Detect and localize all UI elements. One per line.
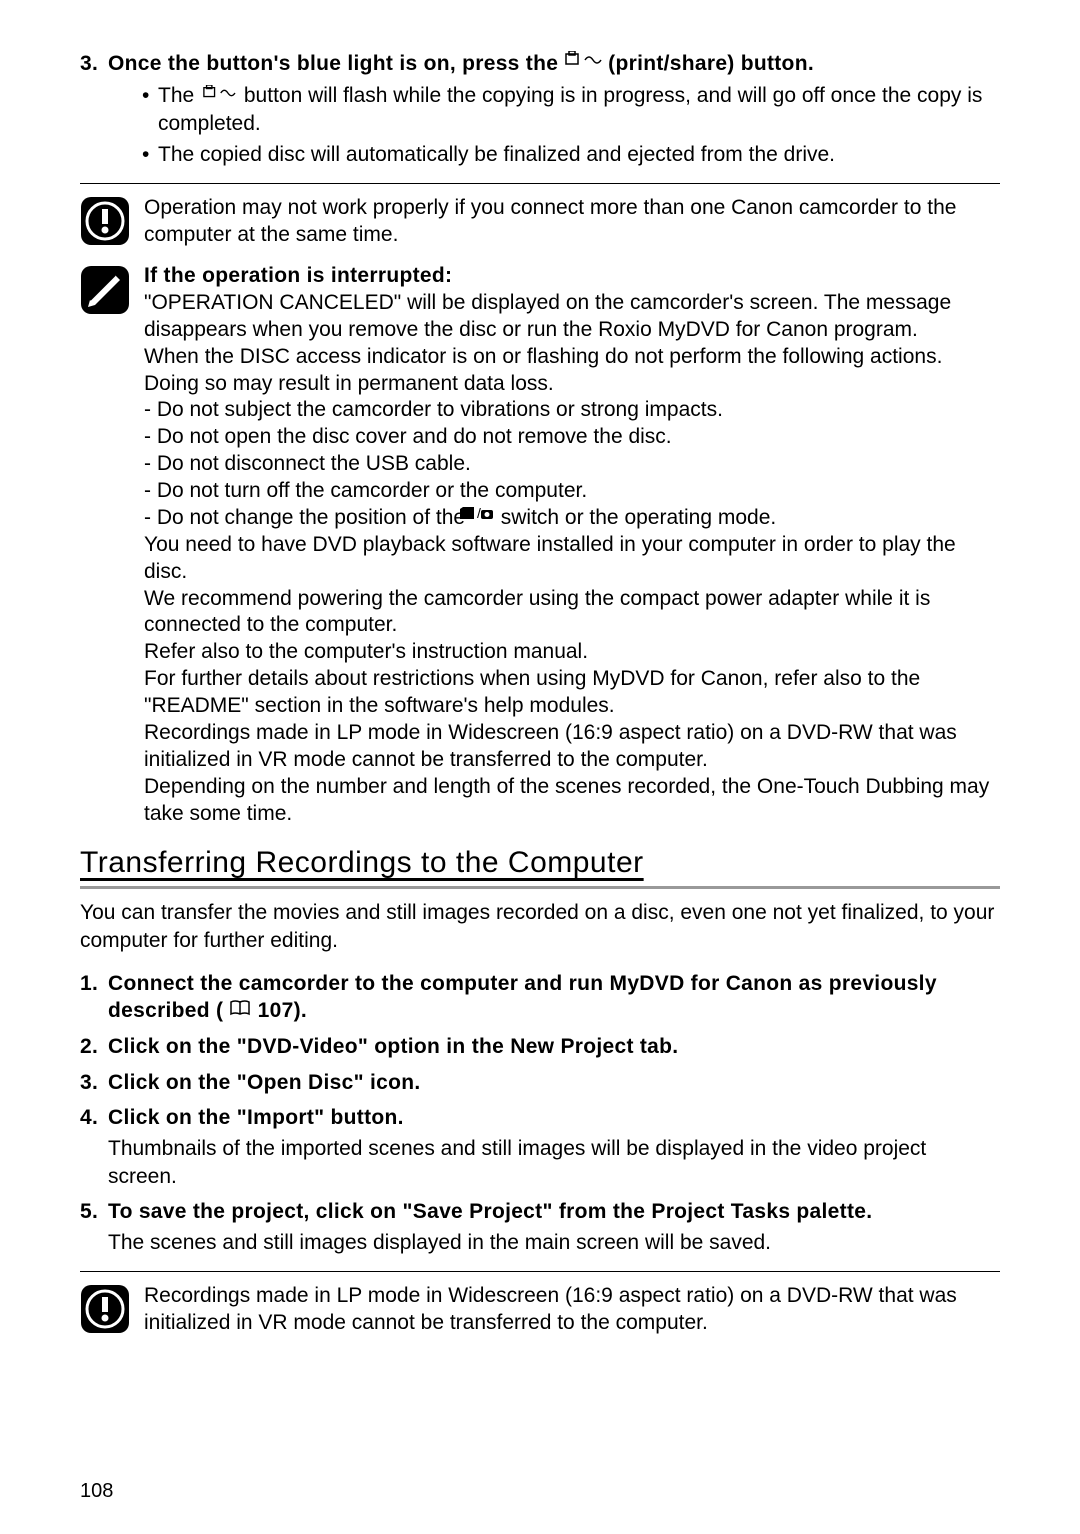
step-number: 3.: [80, 1069, 108, 1096]
step-number: 1.: [80, 970, 108, 1025]
step-number: 2.: [80, 1033, 108, 1060]
notes-d3: - Do not disconnect the USB cable.: [144, 451, 1000, 478]
step-content: Once the button's blue light is on, pres…: [108, 50, 1000, 169]
t-step-3: 3. Click on the "Open Disc" icon.: [80, 1069, 1000, 1096]
warning-text: Operation may not work properly if you c…: [144, 194, 1000, 249]
warning-block-2: Recordings made in LP mode in Widescreen…: [80, 1282, 1000, 1341]
notes-d1: - Do not subject the camcorder to vibrat…: [144, 397, 1000, 424]
warning-block: Operation may not work properly if you c…: [80, 194, 1000, 253]
notes-heading: If the operation is interrupted:: [144, 263, 1000, 290]
t-step-2: 2. Click on the "DVD-Video" option in th…: [80, 1033, 1000, 1060]
notes-p1: "OPERATION CANCELED" will be displayed o…: [144, 290, 1000, 344]
notes-p2: When the DISC access indicator is on or …: [144, 344, 1000, 398]
step-number: 3.: [80, 50, 108, 169]
step-number: 5.: [80, 1198, 108, 1257]
step-text: Click on the "Import" button.: [108, 1104, 1000, 1131]
step-text-after: (print/share) button.: [608, 52, 814, 75]
t-step-5: 5. To save the project, click on "Save P…: [80, 1198, 1000, 1257]
bullet-1: • The button will flash while the copyin…: [108, 82, 1000, 137]
step-content: To save the project, click on "Save Proj…: [108, 1198, 1000, 1257]
bullet-content: The button will flash while the copying …: [158, 82, 1000, 137]
divider: [80, 1271, 1000, 1272]
notes-d5: - Do not change the position of the / sw…: [144, 505, 1000, 532]
book-ref-icon: [229, 996, 251, 1023]
notes-p5: Refer also to the computer's instruction…: [144, 639, 1000, 666]
bullet-mark: •: [142, 82, 158, 137]
notes-d2: - Do not open the disc cover and do not …: [144, 424, 1000, 451]
svg-text:/: /: [477, 506, 481, 521]
step-number: 4.: [80, 1104, 108, 1190]
bullet-content: The copied disc will automatically be fi…: [158, 141, 835, 168]
section-heading: Transferring Recordings to the Computer: [80, 843, 1000, 889]
step-desc: The scenes and still images displayed in…: [108, 1229, 1000, 1256]
warning-text: Recordings made in LP mode in Widescreen…: [144, 1282, 1000, 1337]
bullet-2: • The copied disc will automatically be …: [108, 141, 1000, 168]
notes-p7: Recordings made in LP mode in Widescreen…: [144, 720, 1000, 774]
notes-block: If the operation is interrupted: "OPERAT…: [80, 263, 1000, 827]
step-content: Click on the "Open Disc" icon.: [108, 1069, 1000, 1096]
t-step-1: 1. Connect the camcorder to the computer…: [80, 970, 1000, 1025]
t-step-4: 4. Click on the "Import" button. Thumbna…: [80, 1104, 1000, 1190]
print-share-icon: [564, 49, 602, 76]
notes-p6: For further details about restrictions w…: [144, 666, 1000, 720]
notes-d4: - Do not turn off the camcorder or the c…: [144, 478, 1000, 505]
step-content: Click on the "Import" button. Thumbnails…: [108, 1104, 1000, 1190]
notes-icon: [80, 265, 130, 322]
step-3: 3. Once the button's blue light is on, p…: [80, 50, 1000, 169]
notes-p3: You need to have DVD playback software i…: [144, 532, 1000, 586]
page-number: 108: [80, 1478, 113, 1504]
notes-p8: Depending on the number and length of th…: [144, 774, 1000, 828]
step-desc: Thumbnails of the imported scenes and st…: [108, 1135, 1000, 1190]
step-text: To save the project, click on "Save Proj…: [108, 1198, 1000, 1225]
warning-icon: [80, 1284, 130, 1341]
print-share-icon: [200, 81, 238, 108]
notes-p4: We recommend powering the camcorder usin…: [144, 586, 1000, 640]
warning-icon: [80, 196, 130, 253]
step-text-before: Once the button's blue light is on, pres…: [108, 52, 564, 75]
mode-switch-icon: /: [471, 503, 495, 530]
divider: [80, 183, 1000, 184]
step-content: Connect the camcorder to the computer an…: [108, 970, 1000, 1025]
intro-text: You can transfer the movies and still im…: [80, 899, 1000, 954]
step-content: Click on the "DVD-Video" option in the N…: [108, 1033, 1000, 1060]
bullet-mark: •: [142, 141, 158, 168]
notes-text: If the operation is interrupted: "OPERAT…: [144, 263, 1000, 827]
